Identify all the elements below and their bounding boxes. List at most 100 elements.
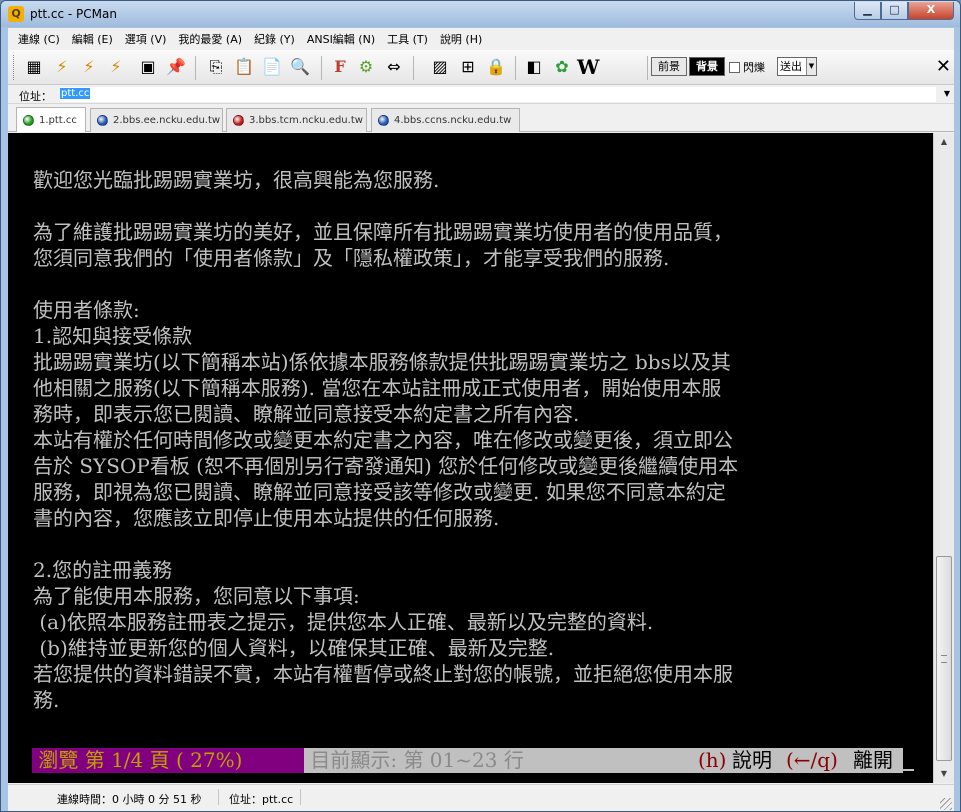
terminal-line: 2.您的註冊義務: [33, 558, 173, 582]
connect-icon[interactable]: ⚡: [51, 56, 73, 78]
toolbar-separator: [195, 56, 196, 80]
status-bar: 連線時間：0 小時 0 分 51 秒 位址：ptt.cc: [8, 784, 954, 811]
terminal-line: 歡迎您光臨批踢踢實業坊，很高興能為您服務.: [33, 168, 440, 192]
address-value: ptt.cc: [60, 88, 91, 99]
title-bar[interactable]: Q ptt.cc - PCMan ▁ □ X: [1, 1, 960, 27]
terminal-line: 告於 SYSOP看板 (恕不再個別另行寄發通知) 您於任何修改或變更後繼續使用本: [33, 454, 739, 478]
wikipedia-icon[interactable]: W: [577, 56, 599, 78]
menu-item[interactable]: 連線 (C): [12, 31, 66, 47]
paste-icon[interactable]: 📋: [233, 56, 255, 78]
status-address: 位址：ptt.cc: [229, 793, 294, 806]
scroll-down-arrow-icon[interactable]: ▼: [934, 765, 954, 783]
find-icon[interactable]: 🔍: [289, 56, 311, 78]
menu-item[interactable]: 紀錄 (Y): [248, 31, 301, 47]
close-window-button[interactable]: X: [908, 2, 954, 20]
minimize-button[interactable]: ▁: [854, 2, 881, 20]
menu-item[interactable]: 編輯 (E): [66, 31, 119, 47]
menu-item[interactable]: 說明 (H): [434, 31, 488, 47]
settings-icon[interactable]: ⚙: [355, 56, 377, 78]
connection-status-icon: [97, 115, 108, 126]
pcman-window: Q ptt.cc - PCMan ▁ □ X 連線 (C) 編輯 (E) 選項 (V…: [0, 0, 961, 812]
terminal-line: 本站有權於任何時間修改或變更本約定書之內容，唯在修改或變更後，須立即公: [33, 428, 733, 452]
scroll-up-arrow-icon[interactable]: ▲: [934, 133, 954, 151]
resize-grip[interactable]: [940, 798, 952, 810]
toolbar-separator: [413, 56, 414, 80]
app-icon: Q: [8, 6, 24, 22]
help-key: (h): [698, 748, 727, 772]
terminal-line: 務時，即表示您已閱讀、瞭解並同意接受本約定書之所有內容.: [33, 402, 580, 426]
disconnect-icon[interactable]: ⚡: [78, 56, 100, 78]
terminal-cursor: [903, 769, 914, 771]
menu-item[interactable]: 我的最愛 (A): [172, 31, 248, 47]
maximize-button[interactable]: □: [881, 2, 908, 20]
site-list-icon[interactable]: ▦: [23, 56, 45, 78]
terminal-line: (b)維持並更新您的個人資料，以確保其正確、最新及完整.: [33, 636, 555, 660]
vertical-scrollbar[interactable]: ▲ ▼: [933, 133, 954, 783]
address-input[interactable]: ptt.cc: [60, 87, 936, 102]
add-favorite-icon[interactable]: 📌: [165, 56, 187, 78]
close-tab-icon[interactable]: ✕: [936, 56, 951, 77]
terminal-line: 服務，即視為您已閱讀、瞭解並同意接受該等修改或變更. 如果您不同意本約定: [33, 480, 726, 504]
blink-label: 閃爍: [743, 61, 765, 74]
help-label: 說明: [732, 748, 779, 772]
pager-status-line: 瀏覽 第 1/4 頁 ( 27%) 目前顯示: 第 01~23 行 (h) 說明…: [32, 748, 903, 773]
tab-label: 1.ptt.cc: [39, 114, 77, 126]
address-dropdown-icon[interactable]: ▼: [944, 89, 950, 98]
address-bar: 位址： ptt.cc ▼: [8, 86, 954, 104]
tab-connection[interactable]: 4.bbs.ccns.ncku.edu.tw: [371, 108, 520, 132]
image-icon[interactable]: ▨: [429, 56, 451, 78]
background-color-button[interactable]: 背景: [689, 57, 725, 76]
chevron-down-icon[interactable]: ▼: [806, 58, 816, 75]
toolbar-separator: [647, 56, 648, 80]
menu-item[interactable]: ANSI編輯 (N): [301, 31, 381, 47]
terminal-line: 若您提供的資料錯誤不實，本站有權暫停或終止對您的帳號，並拒絕您使用本服: [33, 662, 733, 686]
menu-item[interactable]: 選項 (V): [119, 31, 173, 47]
pager-position: 瀏覽 第 1/4 頁 ( 27%): [32, 748, 304, 773]
connection-status-icon: [233, 115, 244, 126]
leave-key: (←/q): [786, 748, 838, 772]
terminal-line: 務.: [33, 688, 60, 712]
connection-status-icon: [23, 114, 34, 126]
menu-item[interactable]: 工具 (T): [381, 31, 434, 47]
scrollbar-thumb[interactable]: [936, 556, 952, 761]
tab-connection[interactable]: 2.bbs.ee.ncku.edu.tw: [90, 108, 223, 132]
terminal-line: 為了能使用本服務，您同意以下事項:: [33, 584, 360, 608]
status-divider: [300, 789, 301, 805]
blink-checkbox[interactable]: [729, 61, 740, 73]
tab-connection[interactable]: 1.ptt.cc: [16, 107, 86, 132]
lock-icon[interactable]: 🔒: [485, 56, 507, 78]
terminal-line: (a)依照本服務註冊表之提示，提供您本人正確、最新以及完整的資料.: [33, 610, 654, 634]
close-connection-icon[interactable]: ▣: [137, 56, 159, 78]
font-icon[interactable]: F: [329, 56, 351, 78]
toolbar: 前景 背景 閃爍 送出 ▼ ✕ ▦ ⚡ ⚡ ⚡ ▣ 📌 ⎘ 📋 📄 🔍 F ⚙ ⇔ ▨ ⊞ 🔒 ◧ ✿ W: [8, 50, 954, 85]
tab-connection[interactable]: 3.bbs.tcm.ncku.edu.tw: [226, 108, 367, 132]
menu-bar: 連線 (C) 編輯 (E) 選項 (V) 我的最愛 (A) 紀錄 (Y) ANSI編輯 (…: [8, 28, 954, 49]
toolbar-grip[interactable]: [13, 55, 16, 80]
toolbar-separator: [515, 56, 516, 80]
tab-label: 3.bbs.tcm.ncku.edu.tw: [249, 115, 363, 126]
terminal-line: 1.認知與接受條款: [33, 324, 193, 348]
scroll-grip-icon: [941, 655, 947, 663]
terminal-line: 他相關之服務(以下簡稱本服務). 當您在本站註冊成正式使用者，開始使用本服: [33, 376, 722, 400]
app-body: 連線 (C) 編輯 (E) 選項 (V) 我的最愛 (A) 紀錄 (Y) ANSI編輯 (…: [8, 28, 954, 811]
send-label: 送出: [780, 60, 802, 73]
reconnect-icon[interactable]: ⚡: [105, 56, 127, 78]
window-controls: ▁ □ X: [854, 2, 954, 20]
blog-icon[interactable]: ◧: [523, 56, 545, 78]
terminal-screen[interactable]: 務. 若您提供的資料錯誤不實，本站有權暫停或終止對您的帳號，並拒絕您使用本服 (b…: [8, 133, 933, 783]
connection-status-icon: [378, 115, 389, 126]
address-label: 位址：: [19, 90, 52, 103]
copy-paste-icon[interactable]: 📄: [261, 56, 283, 78]
tab-label: 4.bbs.ccns.ncku.edu.tw: [394, 115, 512, 126]
send-select[interactable]: 送出 ▼: [777, 57, 817, 76]
terminal-line: 批踢踢實業坊(以下簡稱本站)係依據本服務條款提供批踢踢實業坊之 bbs以及其: [33, 350, 731, 374]
copy-icon[interactable]: ⎘: [205, 56, 227, 78]
terminal-line: 為了維護批踢踢實業坊的美好，並且保障所有批踢踢實業坊使用者的使用品質，: [33, 220, 733, 244]
status-divider: [218, 789, 219, 805]
toolbar-separator: [321, 56, 322, 80]
foreground-color-button[interactable]: 前景: [651, 57, 687, 76]
fullscreen-icon[interactable]: ⇔: [383, 56, 405, 78]
blink-toggle[interactable]: 閃爍: [729, 59, 765, 75]
ansi-editor-icon[interactable]: ⊞: [457, 56, 479, 78]
flower-icon[interactable]: ✿: [551, 56, 573, 78]
